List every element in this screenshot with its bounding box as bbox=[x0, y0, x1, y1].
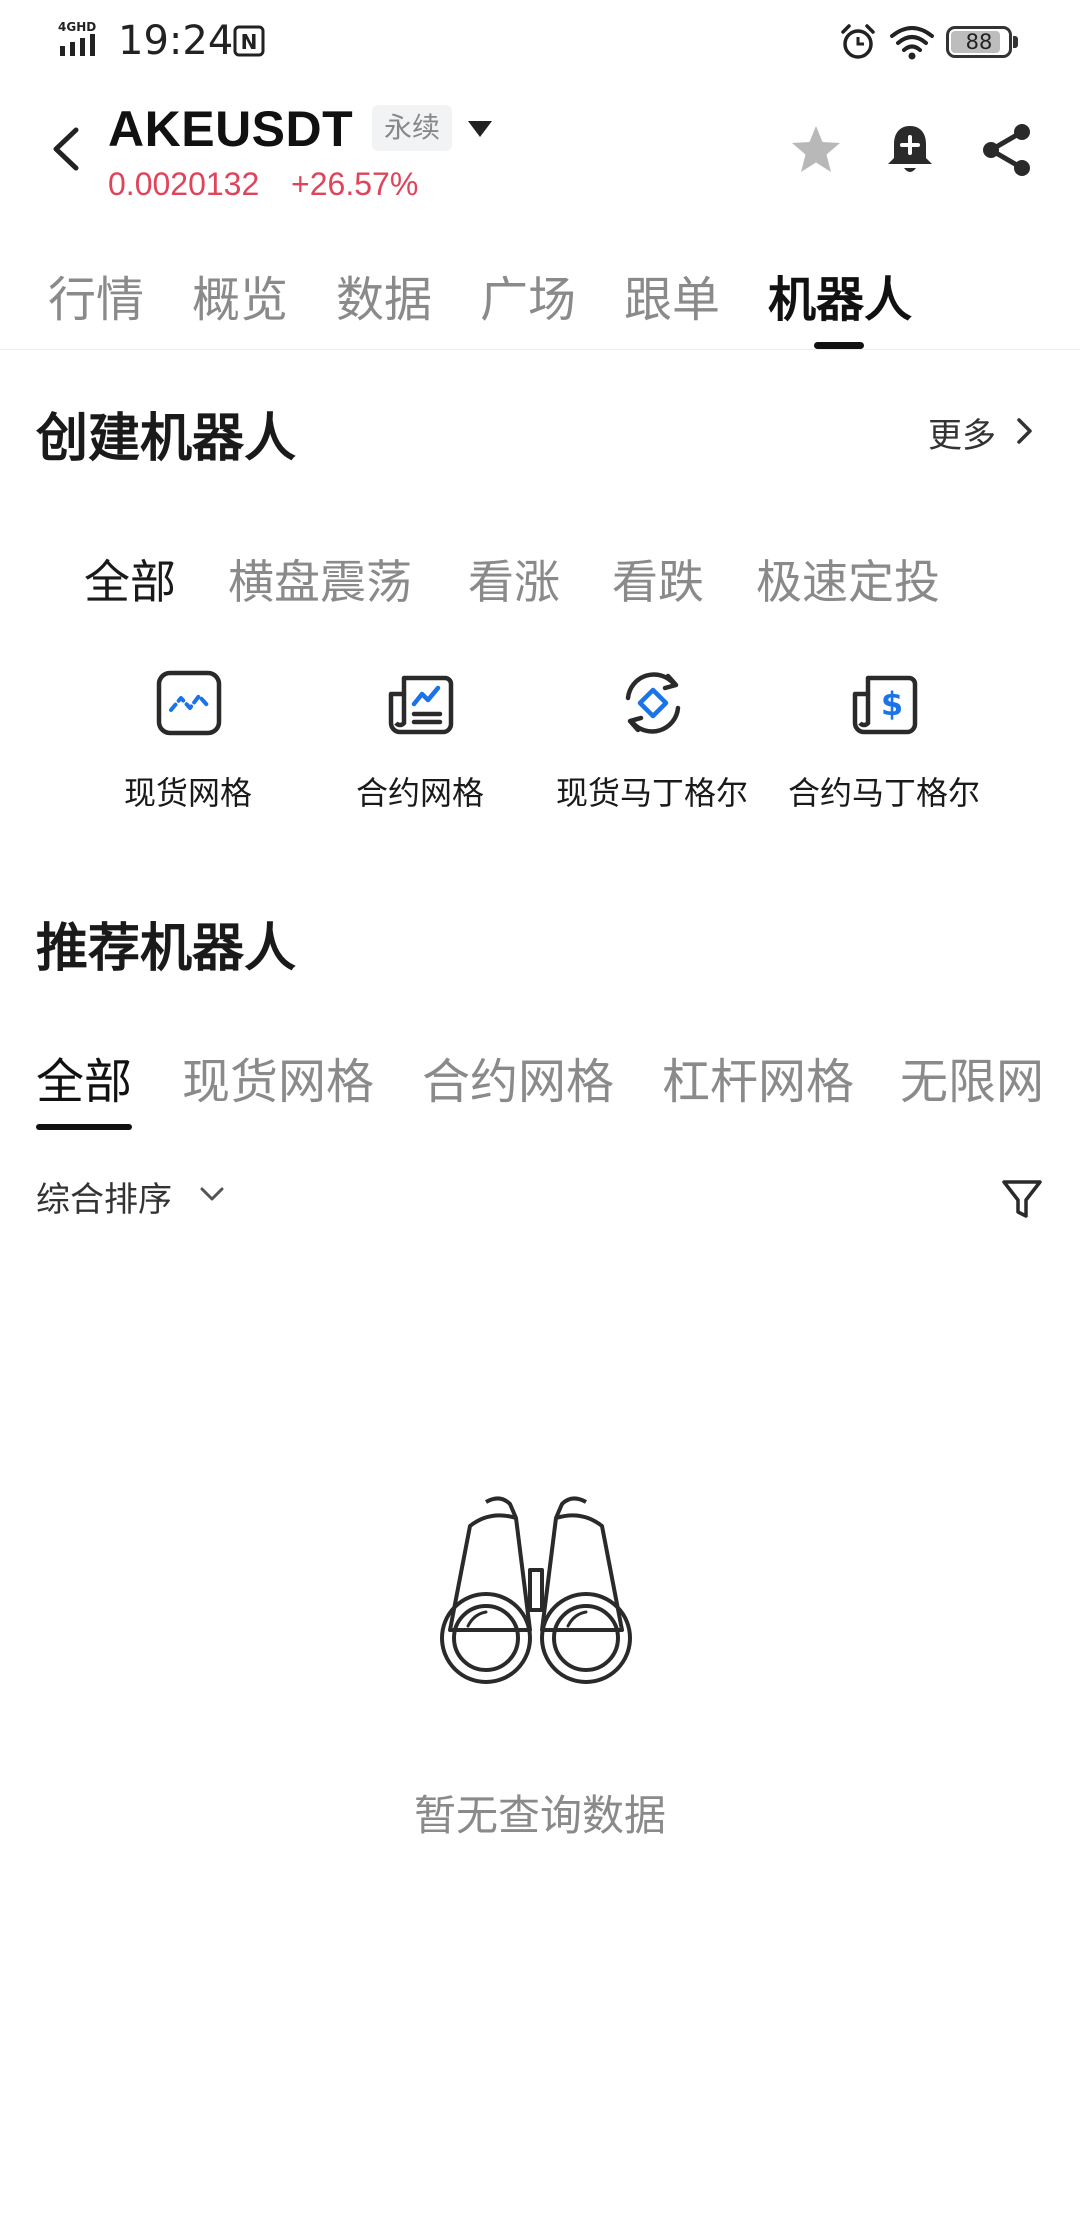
alert-bell-icon[interactable] bbox=[882, 120, 938, 180]
tab-data[interactable]: 数据 bbox=[336, 260, 432, 330]
rec-tab-futures-grid[interactable]: 合约网格 bbox=[422, 1042, 614, 1112]
caret-down-icon[interactable] bbox=[466, 118, 494, 140]
rec-tab-spot-grid[interactable]: 现货网格 bbox=[182, 1042, 374, 1112]
binoculars-icon bbox=[440, 1496, 632, 1684]
bot-label: 现货网格 bbox=[123, 774, 252, 812]
filter-fast-dca[interactable]: 极速定投 bbox=[756, 546, 940, 612]
tab-overview[interactable]: 概览 bbox=[192, 260, 288, 330]
nfc-icon: N bbox=[233, 25, 265, 57]
bot-label: 合约马丁格尔 bbox=[787, 774, 980, 812]
rec-tab-infinity-grid[interactable]: 无限网 bbox=[900, 1042, 1044, 1112]
bot-label: 合约网格 bbox=[355, 774, 484, 812]
rec-tab-margin-grid[interactable]: 杠杆网格 bbox=[662, 1042, 854, 1112]
tab-bots[interactable]: 机器人 bbox=[768, 260, 912, 330]
more-link[interactable]: 更多 bbox=[928, 408, 996, 457]
rec-active-tab-indicator bbox=[36, 1124, 132, 1130]
pair-symbol[interactable]: AKEUSDT bbox=[108, 100, 353, 158]
battery-level: 88 bbox=[965, 30, 993, 54]
battery-indicator: 88 bbox=[946, 26, 1020, 60]
filter-bearish[interactable]: 看跌 bbox=[612, 546, 704, 612]
filter-sideways[interactable]: 横盘震荡 bbox=[228, 546, 412, 612]
svg-text:$: $ bbox=[881, 685, 903, 723]
sort-dropdown[interactable]: 综合排序 bbox=[36, 1172, 172, 1221]
spot-grid-icon bbox=[156, 670, 222, 736]
svg-text:N: N bbox=[241, 30, 258, 54]
last-price: 0.0020132 bbox=[108, 166, 260, 202]
futures-grid-icon bbox=[388, 675, 454, 735]
bot-futures-grid[interactable]: 合约网格 bbox=[310, 668, 530, 818]
bot-label: 现货马丁格尔 bbox=[555, 774, 748, 812]
chevron-down-icon[interactable] bbox=[198, 1184, 226, 1204]
alarm-icon bbox=[841, 24, 875, 59]
back-button[interactable] bbox=[46, 122, 86, 176]
create-bot-title: 创建机器人 bbox=[36, 409, 297, 469]
share-icon[interactable] bbox=[980, 122, 1034, 178]
status-bar: 4GHD 19:24 N 88 bbox=[0, 0, 1080, 90]
spot-martingale-icon bbox=[625, 672, 681, 734]
filter-bullish[interactable]: 看涨 bbox=[468, 546, 560, 612]
tab-market[interactable]: 行情 bbox=[48, 260, 144, 330]
price-line: 0.0020132 +26.57% bbox=[108, 166, 418, 203]
favorite-star-icon[interactable] bbox=[788, 122, 844, 178]
wifi-icon bbox=[890, 26, 934, 60]
main-tab-bar: 行情 概览 数据 广场 跟单 机器人 bbox=[0, 252, 1080, 350]
active-tab-indicator bbox=[814, 342, 864, 349]
bot-futures-martingale[interactable]: $ 合约马丁格尔 bbox=[774, 668, 994, 818]
empty-state-text: 暂无查询数据 bbox=[413, 1791, 666, 1840]
rec-tab-all[interactable]: 全部 bbox=[36, 1042, 132, 1112]
filter-all[interactable]: 全部 bbox=[84, 546, 176, 612]
filter-icon[interactable] bbox=[1000, 1176, 1044, 1222]
recommend-bot-title: 推荐机器人 bbox=[36, 919, 297, 979]
signal-icon: 4GHD bbox=[58, 20, 96, 56]
futures-martingale-icon: $ bbox=[852, 675, 918, 735]
bot-spot-grid[interactable]: 现货网格 bbox=[78, 668, 298, 818]
network-type: 4GHD bbox=[58, 20, 96, 34]
contract-type-badge: 永续 bbox=[372, 105, 453, 151]
tab-copy-trading[interactable]: 跟单 bbox=[624, 260, 720, 330]
status-time: 19:24 bbox=[118, 18, 234, 64]
bot-spot-martingale[interactable]: 现货马丁格尔 bbox=[542, 668, 762, 818]
price-change: +26.57% bbox=[291, 166, 419, 202]
chevron-right-icon[interactable] bbox=[1014, 416, 1036, 446]
tab-square[interactable]: 广场 bbox=[480, 260, 576, 330]
